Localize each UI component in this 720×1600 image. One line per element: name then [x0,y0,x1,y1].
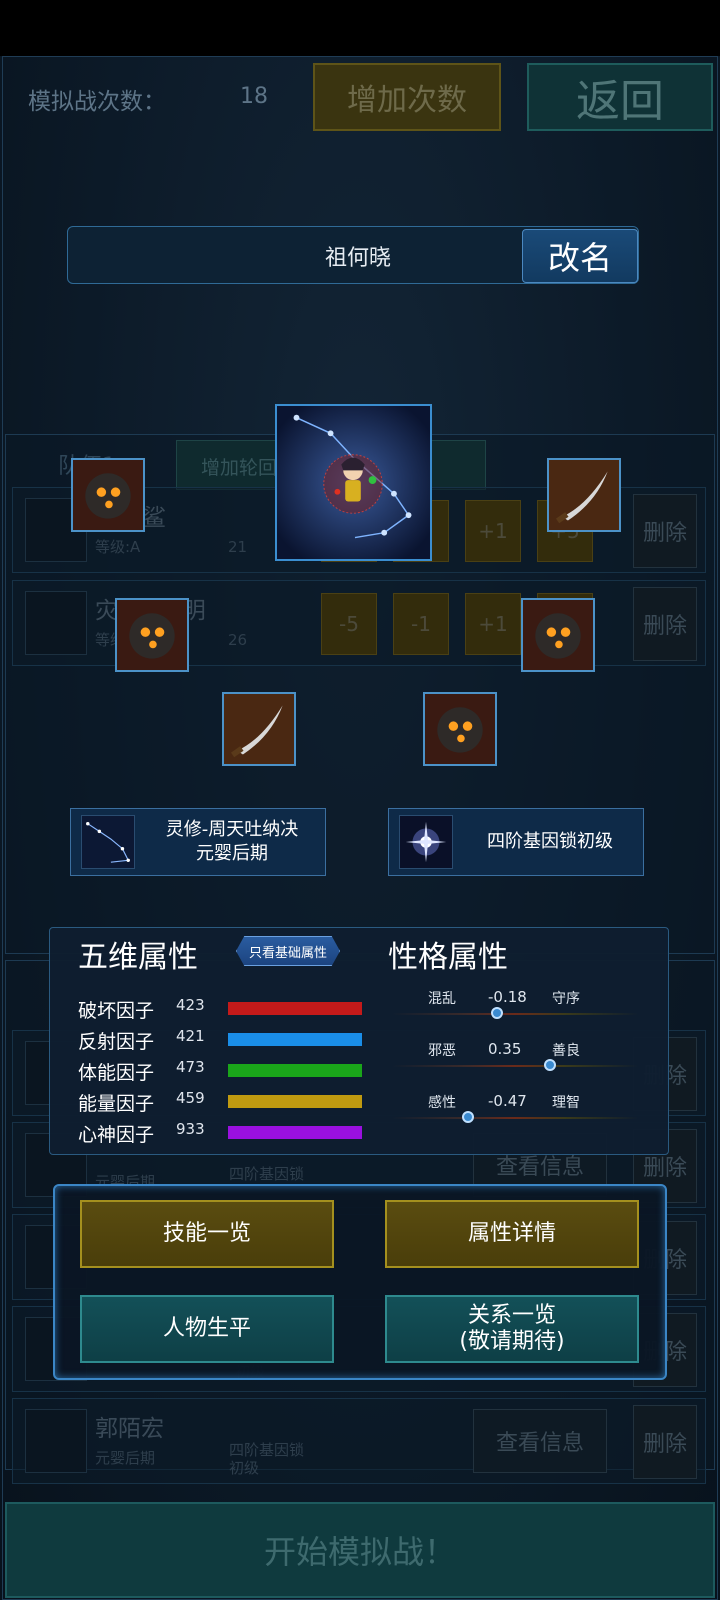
relations-coming-soon: (敬请期待) [459,1329,565,1354]
member-level: 等级:A [95,538,141,556]
equip-slot-stone-monster[interactable] [521,598,595,672]
stone-monster-icon [73,460,143,530]
dagger-icon [224,694,294,764]
personality-left-label: 混乱 [428,991,456,1007]
avatar [25,1409,87,1473]
equip-slot-dagger[interactable] [547,458,621,532]
personality-track [392,1065,638,1067]
minus-5-button[interactable]: -5 [321,593,377,655]
stat-bar [228,1033,362,1046]
add-times-button[interactable]: 增加次数 [313,63,501,131]
personality-slider-knob[interactable] [544,1059,556,1071]
personality-value: 0.35 [488,1040,522,1058]
character-portrait[interactable] [275,404,432,561]
back-button[interactable]: 返回 [527,63,713,131]
stat-value: 423 [176,996,205,1014]
stat-label: 体能因子 [78,1062,155,1084]
personality-right-label: 守序 [552,991,580,1007]
personality-track [392,1013,638,1015]
five-dim-title: 五维属性 [78,940,198,975]
stat-label: 破坏因子 [78,1000,155,1022]
delete-button[interactable]: 删除 [633,1405,697,1479]
equip-slot-stone-monster[interactable] [423,692,497,766]
member-gene-lock: 四阶基因锁 初级 [229,1441,349,1477]
stat-bar [228,1064,362,1077]
stat-bar [228,1095,362,1108]
relations-label: 关系一览 [467,1303,556,1328]
constellation-icon [81,815,135,869]
biography-button[interactable]: 人物生平 [80,1295,334,1363]
member-name: 郭陌宏 [95,1416,164,1442]
stone-monster-icon [523,600,593,670]
gene-lock-name: 四阶基因锁初级 [487,831,613,852]
relations-button[interactable]: 关系一览 (敬请期待) [385,1295,639,1363]
basic-only-toggle[interactable]: 只看基础属性 [236,936,340,966]
member-realm: 元婴后期 [95,1449,156,1467]
sim-count-label: 模拟战次数： [28,89,166,115]
gene-lock-line: 初级 [229,1459,260,1477]
stat-bar [228,1002,362,1015]
member-gene-lock: 四阶基因锁 [229,1165,305,1183]
personality-right-label: 善良 [552,1043,580,1059]
status-bar [0,0,720,56]
cultivation-technique-card[interactable]: 灵修-周天吐纳决 元婴后期 [70,808,326,876]
avatar [25,591,87,655]
list-item: 郭陌宏 元婴后期 四阶基因锁 初级 查看信息 删除 [12,1398,706,1484]
personality-value: -0.18 [488,988,527,1006]
plus-1-button[interactable]: +1 [465,593,521,655]
sim-count-value: 18 [240,84,268,109]
personality-slider-knob[interactable] [462,1111,474,1123]
stat-value: 421 [176,1027,205,1045]
equip-slot-dagger[interactable] [222,692,296,766]
gene-lock-line: 四阶基因锁 [229,1441,305,1459]
equip-slot-stone-monster[interactable] [115,598,189,672]
delete-button[interactable]: 删除 [633,587,697,661]
stone-monster-icon [425,694,495,764]
personality-value: -0.47 [488,1092,527,1110]
attribute-details-button[interactable]: 属性详情 [385,1200,639,1268]
member-name: 鲨 [143,505,166,531]
stat-label: 心神因子 [78,1124,155,1146]
stat-value: 473 [176,1058,205,1076]
technique-name: 灵修-周天吐纳决 [165,819,299,840]
personality-track [392,1117,638,1119]
equip-slot-stone-monster[interactable] [71,458,145,532]
dagger-icon [549,460,619,530]
plus-1-button[interactable]: +1 [465,500,521,562]
stat-label: 反射因子 [78,1031,155,1053]
personality-slider-knob[interactable] [491,1007,503,1019]
star-burst-icon [399,815,453,869]
view-info-button[interactable]: 查看信息 [473,1409,607,1473]
gene-lock-card[interactable]: 四阶基因锁初级 [388,808,644,876]
minus-1-button[interactable]: -1 [393,593,449,655]
stat-value: 933 [176,1120,205,1138]
personality-left-label: 感性 [428,1095,456,1111]
delete-button[interactable]: 删除 [633,494,697,568]
member-value: 26 [228,631,248,649]
constellation-portrait-icon [277,406,430,559]
skill-list-button[interactable]: 技能一览 [80,1200,334,1268]
technique-realm: 元婴后期 [196,843,268,864]
rename-button[interactable]: 改名 [522,229,638,283]
personality-left-label: 邪恶 [428,1043,456,1059]
start-simulation-button[interactable]: 开始模拟战！ [5,1502,715,1598]
stat-label: 能量因子 [78,1093,155,1115]
personality-right-label: 理智 [552,1095,580,1111]
stat-bar [228,1126,362,1139]
personality-title: 性格属性 [388,940,508,975]
stat-value: 459 [176,1089,205,1107]
stone-monster-icon [117,600,187,670]
member-value: 21 [228,538,248,556]
